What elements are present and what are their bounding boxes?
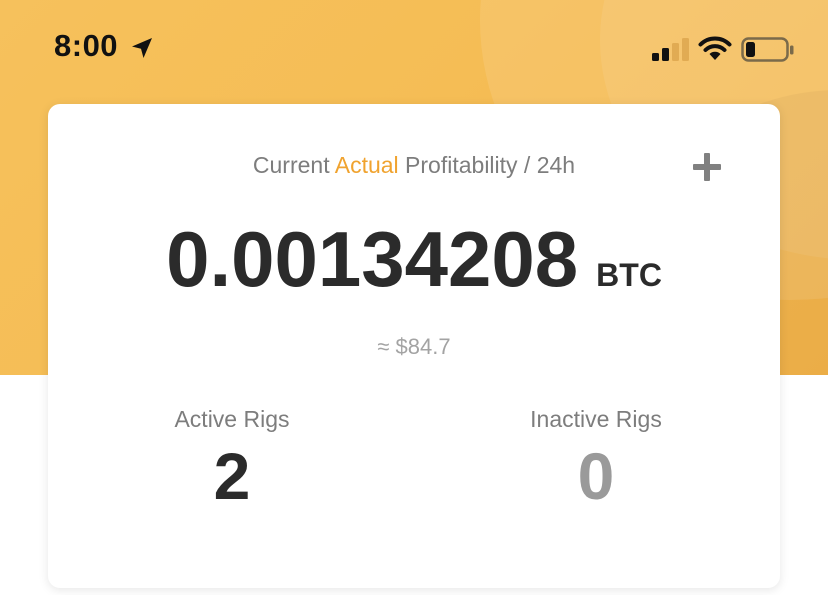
inactive-rigs[interactable]: Inactive Rigs 0 [466, 406, 726, 509]
plus-icon [704, 153, 710, 181]
active-rigs-label: Active Rigs [174, 406, 290, 432]
wifi-icon [698, 36, 732, 60]
card-title: Current Actual Profitability / 24h [48, 152, 780, 179]
status-bar: 8:00 [0, 0, 828, 100]
battery-icon [741, 37, 794, 62]
title-accent: Actual [334, 152, 399, 178]
title-prefix: Current [252, 152, 335, 178]
cellular-signal-icon [652, 38, 689, 61]
inactive-rigs-count: 0 [577, 439, 615, 513]
inactive-rigs-label: Inactive Rigs [530, 406, 662, 432]
usd-equivalent: ≈ $84.7 [377, 334, 451, 359]
profitability-card: Current Actual Profitability / 24h 0.001… [48, 104, 780, 588]
profitability-unit: BTC [596, 257, 662, 293]
active-rigs-count: 2 [213, 439, 251, 513]
title-suffix: Profitability / 24h [398, 152, 576, 178]
active-rigs[interactable]: Active Rigs 2 [102, 406, 362, 509]
add-button[interactable] [693, 153, 721, 181]
profitability-row: 0.00134208 BTC [48, 214, 780, 305]
location-arrow-icon [132, 38, 152, 58]
status-time: 8:00 [54, 28, 119, 63]
profitability-value: 0.00134208 [166, 215, 579, 303]
